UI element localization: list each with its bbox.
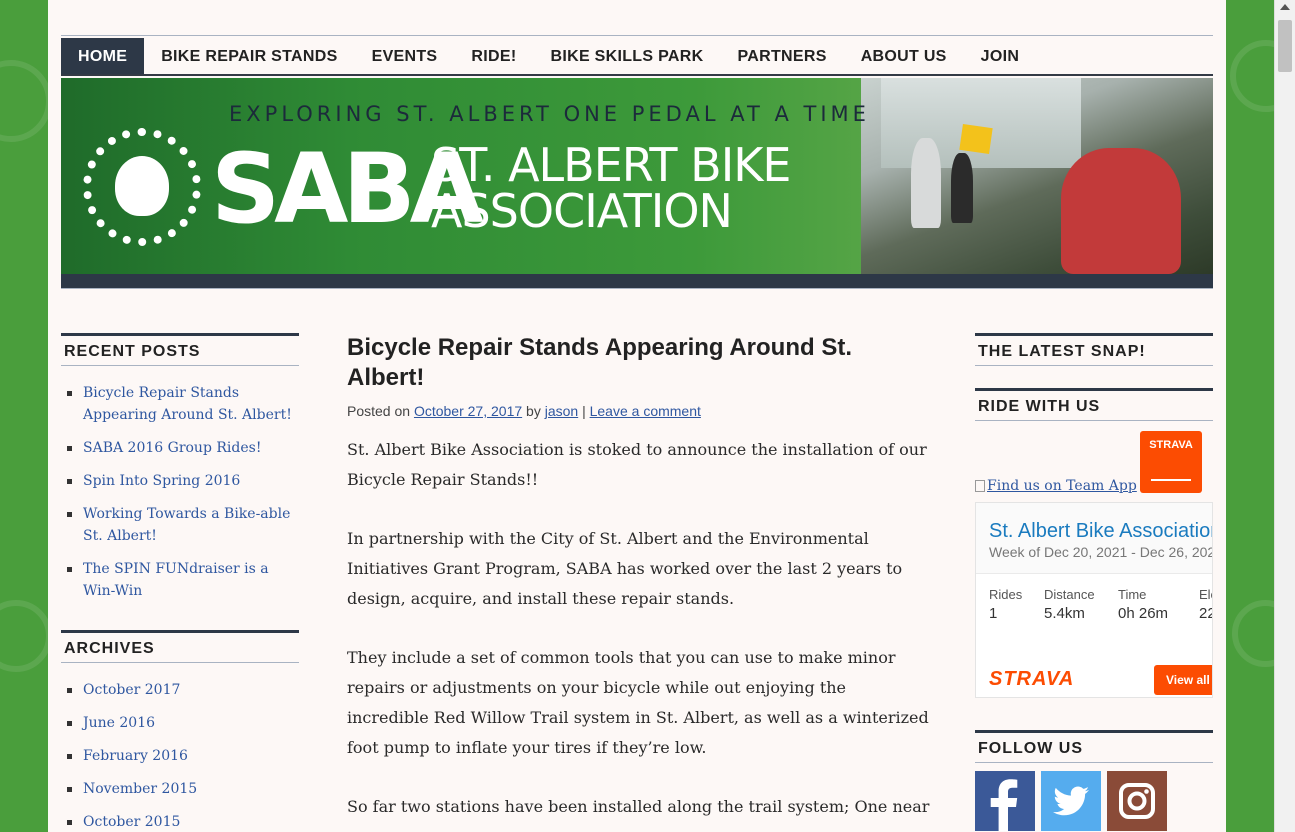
divider	[61, 35, 1213, 36]
bike-icon	[1151, 459, 1191, 481]
stat-value: 5.4km	[1044, 605, 1085, 622]
team-app-link[interactable]: Find us on Team App	[975, 478, 1137, 494]
banner-name-line1: ST. ALBERT BIKE	[431, 138, 791, 192]
stat-label: Distance	[1044, 587, 1095, 602]
nav-ride[interactable]: RIDE!	[454, 38, 533, 74]
banner-name-line2: ASSOCIATION	[431, 184, 733, 238]
meta-separator: |	[582, 403, 586, 419]
team-app-link-label: Find us on Team App	[987, 478, 1137, 494]
recent-posts-list: Bicycle Repair Stands Appearing Around S…	[61, 382, 299, 602]
strava-club-name[interactable]: St. Albert Bike Association	[989, 520, 1212, 543]
post-article: Bicycle Repair Stands Appearing Around S…	[347, 333, 932, 832]
post-paragraph: So far two stations have been installed …	[347, 797, 930, 816]
banner-organization-name: ST. ALBERT BIKE ASSOCIATION	[431, 142, 791, 234]
scrollbar-thumb[interactable]	[1278, 20, 1292, 72]
recent-post-link[interactable]: Bicycle Repair Stands Appearing Around S…	[67, 382, 299, 426]
archive-link[interactable]: June 2016	[67, 712, 299, 734]
scroll-up-arrow-icon[interactable]	[1280, 4, 1290, 10]
twitter-icon[interactable]	[1041, 771, 1101, 831]
photo-water	[881, 78, 1081, 168]
nav-bike-skills-park[interactable]: BIKE SKILLS PARK	[533, 38, 720, 74]
recent-post-link[interactable]: Spin Into Spring 2016	[67, 470, 299, 492]
posted-on-label: Posted on	[347, 403, 411, 419]
stat-value: 1	[989, 605, 998, 622]
post-paragraph: In partnership with the City of St. Albe…	[347, 529, 903, 608]
archives-widget: ARCHIVES October 2017 June 2016 February…	[61, 630, 299, 832]
stat-rides: Rides 1	[989, 587, 1022, 622]
archive-link[interactable]: October 2015	[67, 811, 299, 832]
archives-list: October 2017 June 2016 February 2016 Nov…	[61, 679, 299, 832]
divider	[61, 288, 1213, 289]
post-date-link[interactable]: October 27, 2017	[414, 403, 522, 419]
stat-label: Elev	[1199, 587, 1212, 602]
view-all-button[interactable]: View all club activity	[1154, 665, 1212, 695]
instagram-icon[interactable]	[1107, 771, 1167, 831]
stat-distance: Distance 5.4km	[1044, 587, 1095, 622]
nav-about-us[interactable]: ABOUT US	[844, 38, 964, 74]
strava-sign	[959, 124, 993, 154]
archive-link[interactable]: February 2016	[67, 745, 299, 767]
background-bike-pattern	[0, 60, 52, 142]
leaf-icon	[115, 156, 169, 216]
stat-label: Rides	[989, 587, 1023, 602]
stat-label: Time	[1118, 587, 1147, 602]
saba-logo-icon	[83, 128, 201, 246]
header-banner[interactable]: EXPLORING ST. ALBERT ONE PEDAL AT A TIME…	[61, 78, 1213, 288]
stat-elevation: Elev 22	[1199, 587, 1212, 622]
strava-week-range: Week of Dec 20, 2021 - Dec 26, 2021	[989, 544, 1213, 560]
follow-us-widget: FOLLOW US	[975, 730, 1213, 763]
recent-posts-title: RECENT POSTS	[61, 333, 299, 366]
page-scrollbar[interactable]	[1274, 0, 1295, 832]
strava-club-widget[interactable]: St. Albert Bike Association Week of Dec …	[975, 502, 1213, 698]
recent-post-link[interactable]: Working Towards a Bike-able St. Albert!	[67, 503, 299, 547]
stat-time: Time 0h 26m	[1118, 587, 1168, 622]
stat-value: 22	[1199, 605, 1212, 622]
post-paragraph: St. Albert Bike Association is stoked to…	[347, 440, 927, 489]
left-sidebar: RECENT POSTS Bicycle Repair Stands Appea…	[61, 333, 299, 832]
nav-join[interactable]: JOIN	[964, 38, 1037, 74]
banner-tagline: EXPLORING ST. ALBERT ONE PEDAL AT A TIME	[229, 102, 870, 126]
strava-badge-label: STRAVA	[1149, 439, 1193, 451]
post-meta: Posted on October 27, 2017 by jason | Le…	[347, 403, 932, 419]
stat-value: 0h 26m	[1118, 605, 1169, 622]
right-sidebar: THE LATEST SNAP! RIDE WITH US	[975, 333, 1213, 421]
by-label: by	[526, 403, 541, 419]
post-title[interactable]: Bicycle Repair Stands Appearing Around S…	[347, 333, 932, 393]
facebook-icon[interactable]	[975, 771, 1035, 831]
background-bike-pattern	[0, 600, 52, 672]
follow-us-title: FOLLOW US	[975, 730, 1213, 763]
nav-home[interactable]: HOME	[61, 38, 145, 74]
nav-bike-repair-stands[interactable]: BIKE REPAIR STANDS	[144, 38, 354, 74]
archives-title: ARCHIVES	[61, 630, 299, 663]
broken-image-icon	[975, 480, 985, 492]
photo-cyclist	[911, 138, 941, 228]
nav-events[interactable]: EVENTS	[355, 38, 455, 74]
archive-link[interactable]: November 2015	[67, 778, 299, 800]
nav-partners[interactable]: PARTNERS	[720, 38, 843, 74]
author-link[interactable]: jason	[545, 403, 578, 419]
recent-post-link[interactable]: SABA 2016 Group Rides!	[67, 437, 299, 459]
strava-card-header: St. Albert Bike Association Week of Dec …	[976, 503, 1213, 574]
page-container: HOME BIKE REPAIR STANDS EVENTS RIDE! BIK…	[48, 0, 1226, 832]
latest-snap-title: THE LATEST SNAP!	[975, 333, 1213, 366]
ride-with-us-title: RIDE WITH US	[975, 388, 1213, 421]
main-navigation: HOME BIKE REPAIR STANDS EVENTS RIDE! BIK…	[61, 38, 1213, 76]
post-paragraph: They include a set of common tools that …	[347, 648, 929, 757]
archive-link[interactable]: October 2017	[67, 679, 299, 701]
photo-cyclist	[951, 153, 973, 223]
strava-app-badge[interactable]: STRAVA	[1140, 431, 1202, 493]
banner-cyclists-photo	[861, 78, 1213, 274]
leave-comment-link[interactable]: Leave a comment	[590, 403, 701, 419]
photo-cyclist	[1061, 148, 1181, 274]
strava-logo: STRAVA	[989, 668, 1075, 690]
recent-post-link[interactable]: The SPIN FUNdraiser is a Win-Win	[67, 558, 299, 602]
